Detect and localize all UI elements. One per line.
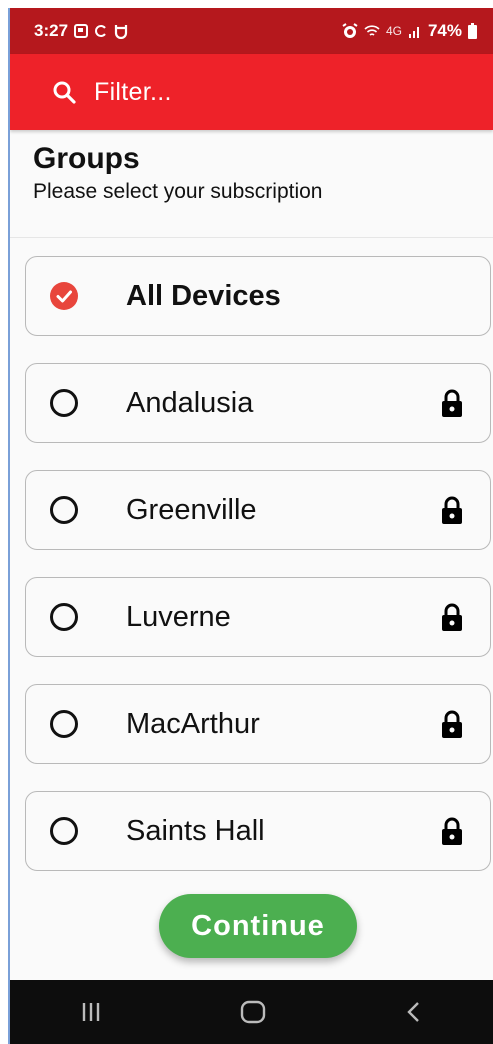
group-label: Saints Hall bbox=[126, 814, 265, 847]
group-item-saints-hall[interactable]: Saints Hall bbox=[25, 791, 491, 871]
app-frame: 3:27 4G 74% Filter... Groups Please sele… bbox=[8, 8, 493, 1044]
page-subtitle: Please select your subscription bbox=[33, 180, 323, 203]
lock-icon bbox=[442, 710, 462, 738]
continue-button[interactable]: Continue bbox=[159, 894, 357, 958]
network-type: 4G bbox=[385, 24, 402, 38]
radio-icon[interactable] bbox=[50, 710, 78, 738]
header-divider bbox=[10, 237, 493, 238]
group-label: Greenville bbox=[126, 493, 257, 526]
checked-radio-icon[interactable] bbox=[50, 282, 78, 310]
battery-icon bbox=[468, 23, 477, 39]
lock-icon bbox=[442, 389, 462, 417]
status-right: 4G 74% bbox=[342, 21, 477, 41]
lock-icon bbox=[442, 817, 462, 845]
wifi-icon bbox=[364, 25, 380, 36]
recent-apps-icon[interactable] bbox=[79, 1001, 103, 1023]
back-icon[interactable] bbox=[404, 1001, 424, 1023]
status-left: 3:27 bbox=[34, 21, 128, 41]
battery-percent: 74% bbox=[427, 21, 462, 40]
lock-icon bbox=[442, 496, 462, 524]
group-item-luverne[interactable]: Luverne bbox=[25, 577, 491, 657]
status-bar: 3:27 4G 74% bbox=[10, 8, 493, 54]
group-item-all-devices[interactable]: All Devices bbox=[25, 256, 491, 336]
group-item-greenville[interactable]: Greenville bbox=[25, 470, 491, 550]
filter-bar[interactable]: Filter... bbox=[10, 54, 493, 130]
radio-icon[interactable] bbox=[50, 817, 78, 845]
groups-header: Groups Please select your subscription bbox=[33, 142, 322, 204]
radio-icon[interactable] bbox=[50, 496, 78, 524]
group-label: MacArthur bbox=[126, 707, 260, 740]
group-item-macarthur[interactable]: MacArthur bbox=[25, 684, 491, 764]
search-icon[interactable] bbox=[52, 80, 76, 104]
group-label: All Devices bbox=[126, 279, 281, 312]
home-icon[interactable] bbox=[240, 1000, 266, 1024]
group-label: Luverne bbox=[126, 600, 231, 633]
group-item-andalusia[interactable]: Andalusia bbox=[25, 363, 491, 443]
filter-input[interactable]: Filter... bbox=[94, 78, 172, 107]
group-label: Andalusia bbox=[126, 386, 254, 419]
shield-icon bbox=[114, 24, 128, 39]
status-time: 3:27 bbox=[34, 21, 69, 40]
radio-icon[interactable] bbox=[50, 389, 78, 417]
screenshot-icon bbox=[74, 24, 89, 38]
alarm-icon bbox=[342, 23, 358, 38]
lock-icon bbox=[442, 603, 462, 631]
system-nav-bar bbox=[10, 980, 493, 1044]
page-title: Groups bbox=[33, 142, 140, 175]
radio-icon[interactable] bbox=[50, 603, 78, 631]
sync-icon bbox=[95, 25, 106, 37]
signal-icon bbox=[408, 27, 419, 38]
